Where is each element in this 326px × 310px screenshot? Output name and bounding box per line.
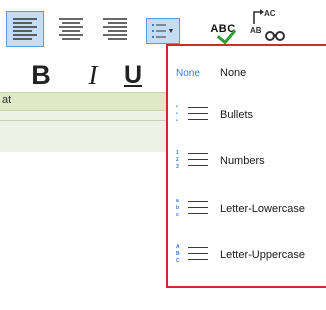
divider [0, 120, 170, 121]
list-style-dropdown-button[interactable]: ▼ [146, 18, 180, 44]
align-left-icon [13, 18, 37, 40]
bold-button[interactable]: B [24, 58, 58, 92]
bullets-icon: • • • [176, 100, 214, 130]
list-none-icon: None [176, 67, 200, 79]
letter-marker: C [176, 258, 180, 264]
menu-item-label: Numbers [220, 155, 265, 167]
list-style-menu: None None • • • Bullets 1 2 3 Numbers a … [166, 44, 326, 288]
letter-marker: a [176, 198, 179, 204]
letter-marker: b [176, 205, 180, 211]
format-panel-header: at [0, 92, 170, 111]
italic-button[interactable]: I [76, 58, 110, 92]
chevron-down-icon: ▼ [167, 27, 175, 35]
find-replace-bottom-text: AB [250, 26, 262, 35]
letter-marker: B [176, 251, 180, 257]
number-marker: 1 [176, 150, 179, 156]
align-left-button[interactable] [6, 11, 44, 47]
align-right-button[interactable] [100, 13, 130, 45]
number-marker: 2 [176, 157, 179, 163]
menu-item-label: Letter-Lowercase [220, 203, 305, 215]
underline-button[interactable]: U [118, 58, 148, 92]
number-marker: 3 [176, 164, 179, 170]
letter-lowercase-icon: a b c [176, 194, 214, 224]
numbered-list-icon [151, 24, 166, 38]
align-center-button[interactable] [56, 13, 86, 45]
list-style-bullets-item[interactable]: • • • Bullets [176, 100, 326, 130]
bullet-marker: • [176, 118, 178, 124]
list-style-numbers-item[interactable]: 1 2 3 Numbers [176, 146, 326, 176]
menu-item-label: Letter-Uppercase [220, 249, 305, 261]
align-right-icon [103, 18, 127, 40]
letter-marker: c [176, 212, 179, 218]
bullet-marker: • [176, 111, 178, 117]
list-style-none-item[interactable]: None None [176, 58, 326, 88]
menu-item-label: None [220, 67, 247, 79]
list-style-letter-uppercase-item[interactable]: A B C Letter-Uppercase [176, 240, 326, 270]
numbers-icon: 1 2 3 [176, 146, 214, 176]
find-replace-button[interactable]: AC AB [248, 6, 292, 46]
letter-uppercase-icon: A B C [176, 240, 214, 270]
list-style-letter-lowercase-item[interactable]: a b c Letter-Lowercase [176, 194, 326, 224]
align-center-icon [59, 18, 83, 40]
find-replace-icon: AC AB [250, 9, 285, 41]
spellcheck-button[interactable]: ABC [204, 14, 242, 45]
format-panel-label: at [2, 94, 12, 106]
letter-marker: A [176, 244, 180, 250]
find-replace-top-text: AC [264, 9, 276, 18]
menu-item-label: Bullets [220, 109, 254, 121]
bullet-marker: • [176, 104, 178, 110]
